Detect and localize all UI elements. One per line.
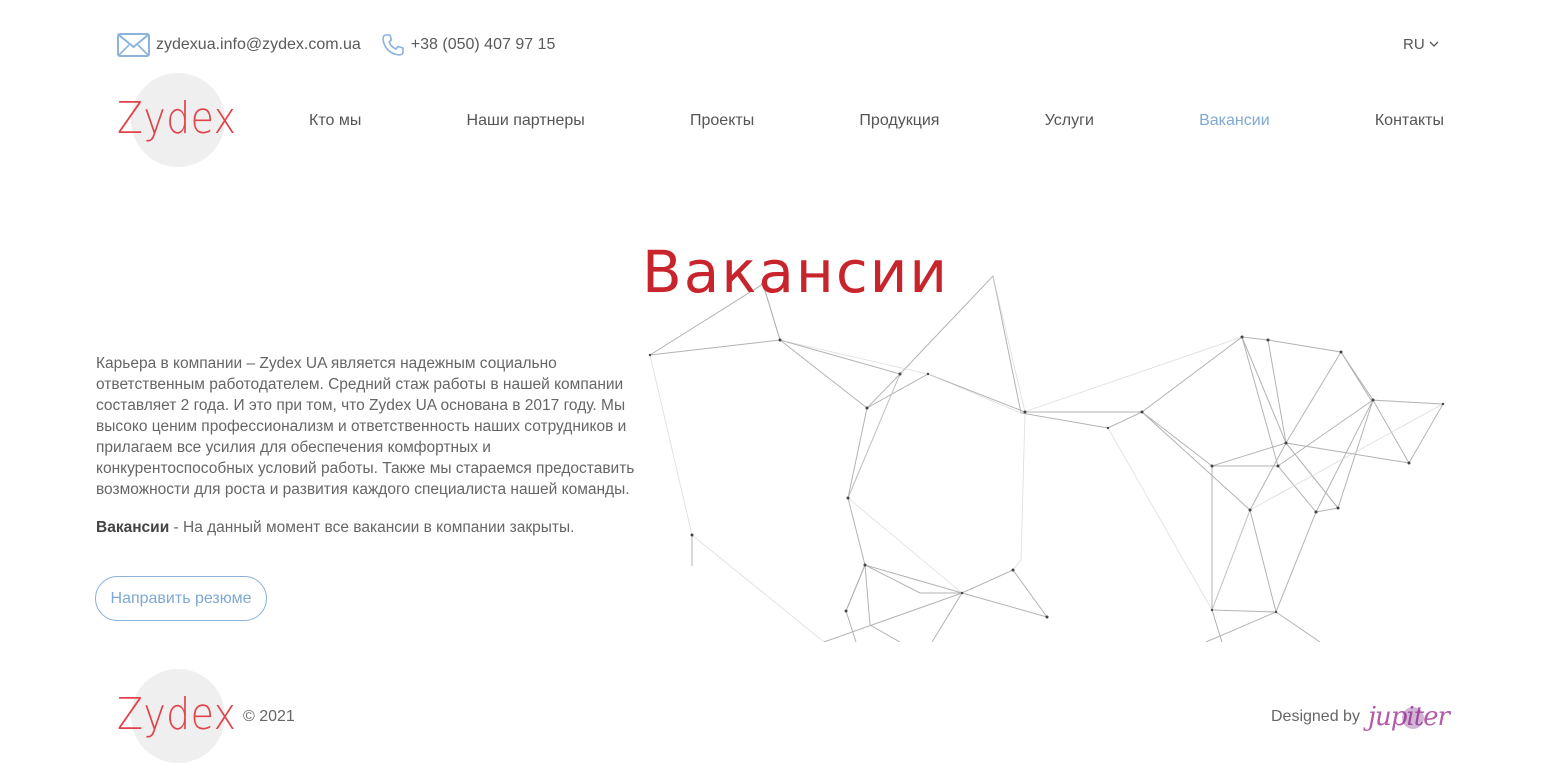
- email-text: zydexua.info@zydex.com.ua: [156, 36, 361, 53]
- designed-by: Designed by jupiter: [1271, 702, 1450, 732]
- footer-logo[interactable]: Zydex: [117, 669, 242, 765]
- career-paragraph: Карьера в компании – Zydex UA является н…: [96, 355, 635, 498]
- language-label: RU: [1403, 36, 1425, 53]
- nav-item-vacancies[interactable]: Вакансии: [1199, 112, 1270, 130]
- send-cv-button[interactable]: Направить резюме: [95, 576, 267, 621]
- phone-link[interactable]: +38 (050) 407 97 15: [381, 33, 556, 57]
- nav-item-services[interactable]: Услуги: [1045, 112, 1094, 130]
- main-nav: Кто мы Наши партнеры Проекты Продукция У…: [309, 112, 1444, 130]
- language-selector[interactable]: RU: [1403, 36, 1439, 53]
- phone-text: +38 (050) 407 97 15: [410, 36, 556, 53]
- network-lines: [649, 274, 1444, 642]
- network-nodes: [648, 282, 1445, 619]
- jupiter-logo-circle: [1401, 707, 1424, 729]
- nav-item-partners[interactable]: Наши партнеры: [467, 112, 585, 130]
- designed-by-label: Designed by: [1271, 708, 1360, 725]
- nav-item-projects[interactable]: Проекты: [690, 112, 754, 130]
- nav-item-contacts[interactable]: Контакты: [1375, 112, 1444, 130]
- contact-bar: zydexua.info@zydex.com.ua +38 (050) 407 …: [117, 33, 555, 57]
- logo-text: Zydex: [117, 93, 237, 144]
- email-link[interactable]: zydexua.info@zydex.com.ua: [117, 33, 361, 57]
- vacancies-label: Вакансии: [96, 519, 170, 536]
- network-faint-lines: [649, 275, 1444, 642]
- page-title: Вакансии: [642, 238, 950, 306]
- vacancies-status-text: - На данный момент все вакансии в компан…: [169, 519, 575, 536]
- network-graphic: [648, 274, 1445, 642]
- phone-icon: [381, 34, 404, 56]
- copyright-text: © 2021: [243, 708, 295, 725]
- chevron-down-icon: [1429, 41, 1439, 47]
- nav-item-who-we-are[interactable]: Кто мы: [309, 112, 361, 130]
- mail-icon: [117, 33, 150, 57]
- vacancies-content: Карьера в компании – Zydex UA является н…: [96, 353, 641, 538]
- footer-logo-text: Zydex: [117, 689, 237, 740]
- header-logo[interactable]: Zydex: [117, 73, 242, 169]
- vacancies-status: Вакансии - На данный момент все вакансии…: [96, 517, 641, 538]
- nav-item-products[interactable]: Продукция: [859, 112, 939, 130]
- jupiter-logo[interactable]: jupiter: [1368, 702, 1450, 732]
